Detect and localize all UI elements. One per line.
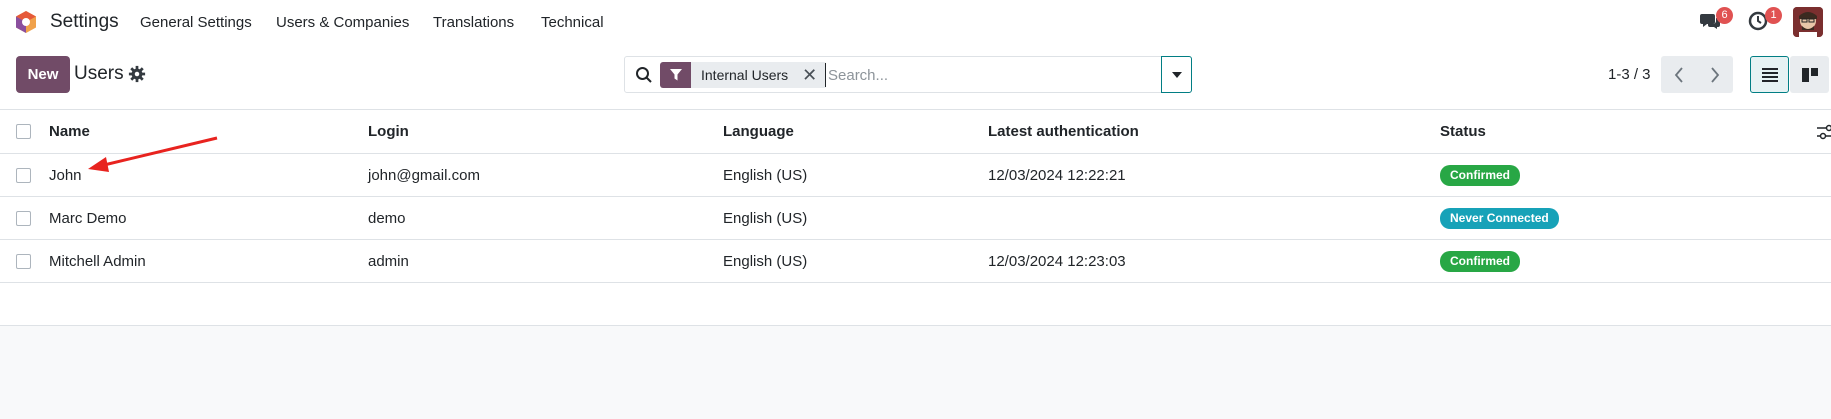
row-checkbox[interactable] <box>16 211 31 226</box>
chat-button[interactable]: 6 <box>1699 7 1733 33</box>
control-panel: New Users Internal Users ✕ Search... 1-3… <box>0 44 1831 110</box>
activity-button[interactable]: 1 <box>1748 7 1782 33</box>
user-latest-authentication: 12/03/2024 12:23:03 <box>988 252 1126 270</box>
menu-users-companies[interactable]: Users & Companies <box>276 14 409 31</box>
menu-general-settings[interactable]: General Settings <box>140 14 252 31</box>
gear-icon[interactable] <box>128 65 146 83</box>
user-language: English (US) <box>723 166 808 184</box>
user-language: English (US) <box>723 252 808 270</box>
status-cell: Never Connected <box>1440 197 1559 239</box>
column-header-language[interactable]: Language <box>723 110 794 153</box>
table-row[interactable]: Marc Demo demo English (US) Never Connec… <box>0 197 1831 240</box>
row-checkbox[interactable] <box>16 254 31 269</box>
status-cell: Confirmed <box>1440 240 1520 282</box>
menu-technical[interactable]: Technical <box>541 14 604 31</box>
chat-badge: 6 <box>1716 7 1733 24</box>
app-logo-icon[interactable] <box>14 10 38 34</box>
user-login: admin <box>368 252 409 270</box>
user-name: Mitchell Admin <box>49 252 146 270</box>
facet-label: Internal Users <box>701 67 789 83</box>
filter-icon <box>660 62 691 88</box>
user-login: demo <box>368 209 406 227</box>
kanban-view-button[interactable] <box>1790 56 1829 93</box>
list-view-button[interactable] <box>1750 56 1789 93</box>
column-header-status[interactable]: Status <box>1440 110 1486 153</box>
status-badge: Never Connected <box>1440 207 1559 229</box>
table-row[interactable]: Mitchell Admin admin English (US) 12/03/… <box>0 240 1831 283</box>
column-header-name[interactable]: Name <box>49 110 90 153</box>
user-avatar[interactable] <box>1793 7 1823 37</box>
user-name: John <box>49 166 82 184</box>
select-all-checkbox[interactable] <box>16 124 31 139</box>
app-title[interactable]: Settings <box>50 11 119 33</box>
menu-translations[interactable]: Translations <box>433 14 514 31</box>
search-options-toggle[interactable] <box>1161 56 1192 93</box>
status-badge: Confirmed <box>1440 250 1520 272</box>
caret-down-icon <box>1171 71 1182 78</box>
kanban-view-icon <box>1801 67 1818 82</box>
pager-previous-button[interactable] <box>1661 56 1697 93</box>
user-login: john@gmail.com <box>368 166 480 184</box>
avatar-image <box>1793 7 1823 37</box>
search-icon[interactable] <box>635 66 653 84</box>
pager-value[interactable]: 1-3 / 3 <box>1608 66 1651 83</box>
new-button[interactable]: New <box>16 56 70 93</box>
page-title: Users <box>74 63 124 84</box>
user-name: Marc Demo <box>49 209 127 227</box>
column-header-login[interactable]: Login <box>368 110 409 153</box>
chevron-left-icon <box>1674 66 1683 83</box>
users-list-table: Name Login Language Latest authenticatio… <box>0 110 1831 326</box>
table-row[interactable]: John john@gmail.com English (US) 12/03/2… <box>0 154 1831 197</box>
search-bar: Internal Users ✕ <box>624 56 1192 93</box>
chevron-right-icon <box>1711 66 1720 83</box>
column-options-icon[interactable] <box>1817 124 1831 140</box>
status-badge: Confirmed <box>1440 164 1520 186</box>
row-checkbox[interactable] <box>16 168 31 183</box>
search-input[interactable] <box>825 63 1145 87</box>
activity-badge: 1 <box>1765 7 1782 24</box>
top-navbar: Settings General Settings Users & Compan… <box>0 0 1831 44</box>
user-language: English (US) <box>723 209 808 227</box>
search-facet-internal-users: Internal Users ✕ <box>660 62 828 88</box>
table-empty-row <box>0 283 1831 326</box>
close-icon[interactable]: ✕ <box>802 62 817 88</box>
column-header-latest-authentication[interactable]: Latest authentication <box>988 110 1139 153</box>
table-header-row: Name Login Language Latest authenticatio… <box>0 110 1831 154</box>
status-cell: Confirmed <box>1440 154 1520 196</box>
user-latest-authentication: 12/03/2024 12:22:21 <box>988 166 1126 184</box>
list-view-icon <box>1761 67 1778 82</box>
pager-next-button[interactable] <box>1697 56 1733 93</box>
